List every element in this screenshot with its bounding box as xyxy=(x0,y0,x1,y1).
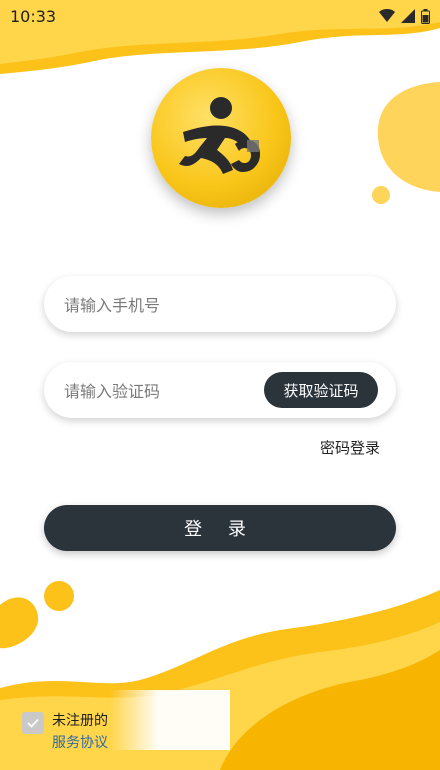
service-agreement-link[interactable]: 服务协议 xyxy=(52,732,108,754)
login-button[interactable]: 登 录 xyxy=(44,505,396,551)
verification-code-input[interactable] xyxy=(62,362,266,420)
battery-icon xyxy=(421,8,430,24)
agreement-checkbox[interactable] xyxy=(22,712,44,734)
agreement-text: 未注册的 xyxy=(52,713,108,729)
check-icon xyxy=(27,718,39,728)
agreement-text-block: 未注册的 服务协议 xyxy=(52,710,108,754)
phone-field xyxy=(44,276,396,334)
wifi-icon xyxy=(379,9,395,22)
status-time: 10:33 xyxy=(10,6,57,26)
signal-icon xyxy=(401,9,415,23)
status-icons xyxy=(379,8,430,24)
get-code-button[interactable]: 获取验证码 xyxy=(264,372,378,408)
code-field: 获取验证码 xyxy=(44,362,396,420)
runner-logo-icon xyxy=(179,97,261,174)
password-login-link[interactable]: 密码登录 xyxy=(320,437,380,458)
agreement: 未注册的 服务协议 xyxy=(22,710,108,754)
status-bar: 10:33 xyxy=(0,0,440,32)
app-logo xyxy=(151,68,291,208)
phone-input[interactable] xyxy=(62,276,266,334)
agreement-fade-overlay xyxy=(110,690,230,750)
